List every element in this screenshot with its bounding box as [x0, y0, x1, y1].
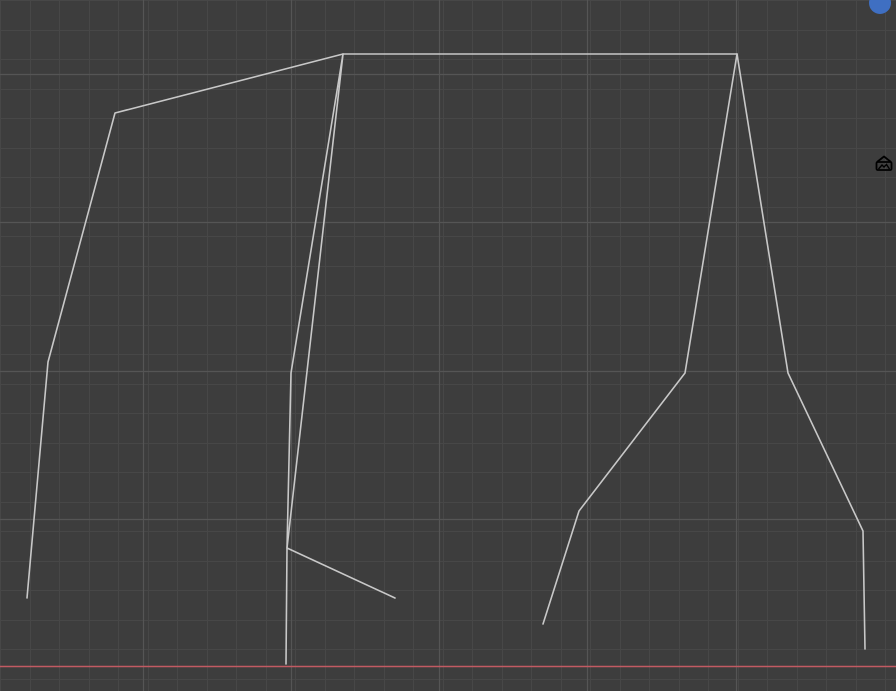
- bone-chain-right-leg-b[interactable]: [736, 53, 866, 650]
- major-grid: [0, 0, 896, 691]
- camera-icon[interactable]: [874, 154, 894, 172]
- 3d-viewport[interactable]: [0, 0, 896, 691]
- viewport-canvas[interactable]: [0, 0, 896, 691]
- bone-chain-center-leg[interactable]: [285, 53, 344, 665]
- minor-grid: [0, 0, 896, 691]
- bone-chain-right-leg-a[interactable]: [542, 53, 738, 625]
- armature-rig[interactable]: [26, 53, 866, 665]
